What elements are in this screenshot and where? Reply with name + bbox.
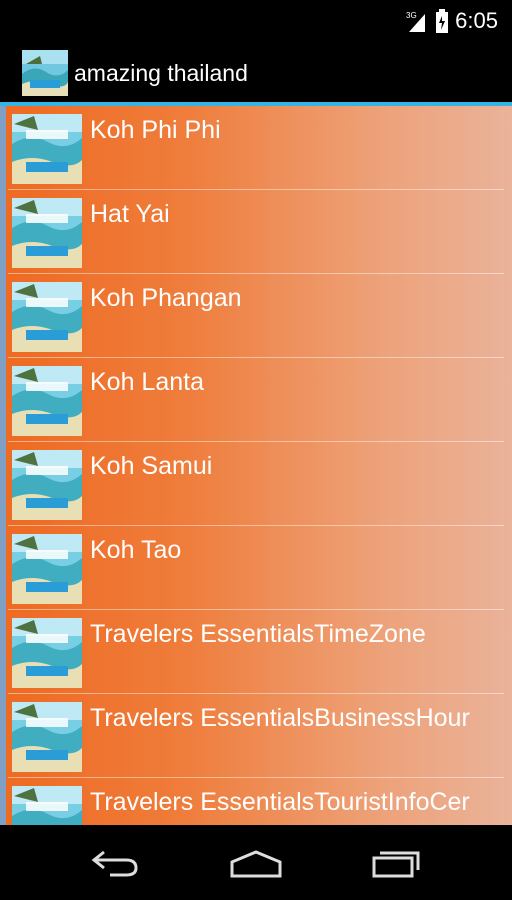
thailand-thumbnail-icon <box>12 450 82 520</box>
battery-icon <box>436 9 449 33</box>
action-bar: amazing thailand <box>0 44 512 104</box>
thailand-logo-icon[interactable] <box>22 50 68 96</box>
signal-3g-icon: 3G <box>406 11 426 32</box>
list-left-edge <box>0 106 6 825</box>
thailand-thumbnail-icon <box>12 198 82 268</box>
thailand-thumbnail-icon <box>12 534 82 604</box>
navigation-bar <box>0 825 512 900</box>
thailand-thumbnail-icon <box>12 366 82 436</box>
back-icon <box>91 850 138 877</box>
list-item-label: Travelers EssentialsBusinessHour <box>90 704 470 732</box>
list-item[interactable]: Travelers EssentialsTimeZone <box>8 610 504 694</box>
app-title: amazing thailand <box>74 60 248 86</box>
list-item-label: Travelers EssentialsTimeZone <box>90 620 426 648</box>
list-item[interactable]: Koh Phangan <box>8 274 504 358</box>
home-icon <box>230 850 282 878</box>
status-time: 6:05 <box>455 8 498 33</box>
thailand-thumbnail-icon <box>12 618 82 688</box>
list-item[interactable]: Travelers EssentialsTouristInfoCer <box>8 778 504 825</box>
list-item[interactable]: Koh Lanta <box>8 358 504 442</box>
home-button[interactable] <box>216 835 296 891</box>
list-item-label: Koh Tao <box>90 536 182 564</box>
list-item-label: Koh Phi Phi <box>90 116 221 144</box>
list-item[interactable]: Hat Yai <box>8 190 504 274</box>
thailand-thumbnail-icon <box>12 786 82 825</box>
svg-text:3G: 3G <box>406 11 417 20</box>
thailand-thumbnail-icon <box>12 282 82 352</box>
back-button[interactable] <box>76 835 156 891</box>
list-item-label: Koh Samui <box>90 452 213 480</box>
status-bar: 3G 6:05 <box>0 0 512 44</box>
status-icons: 3G 6:05 <box>405 8 498 34</box>
recent-apps-button[interactable] <box>356 835 436 891</box>
thailand-thumbnail-icon <box>12 114 82 184</box>
list-item[interactable]: Travelers EssentialsBusinessHour <box>8 694 504 778</box>
destination-list[interactable]: Koh Phi Phi Hat Yai Koh Phangan Koh Lant… <box>0 106 512 825</box>
list-item-label: Koh Lanta <box>90 368 204 396</box>
recent-apps-icon <box>372 851 420 878</box>
list-item[interactable]: Koh Phi Phi <box>8 106 504 190</box>
list-item-label: Koh Phangan <box>90 284 242 312</box>
list-item-label: Hat Yai <box>90 200 170 228</box>
thailand-thumbnail-icon <box>12 702 82 772</box>
list-item[interactable]: Koh Samui <box>8 442 504 526</box>
list-item-label: Travelers EssentialsTouristInfoCer <box>90 788 470 816</box>
list-item[interactable]: Koh Tao <box>8 526 504 610</box>
